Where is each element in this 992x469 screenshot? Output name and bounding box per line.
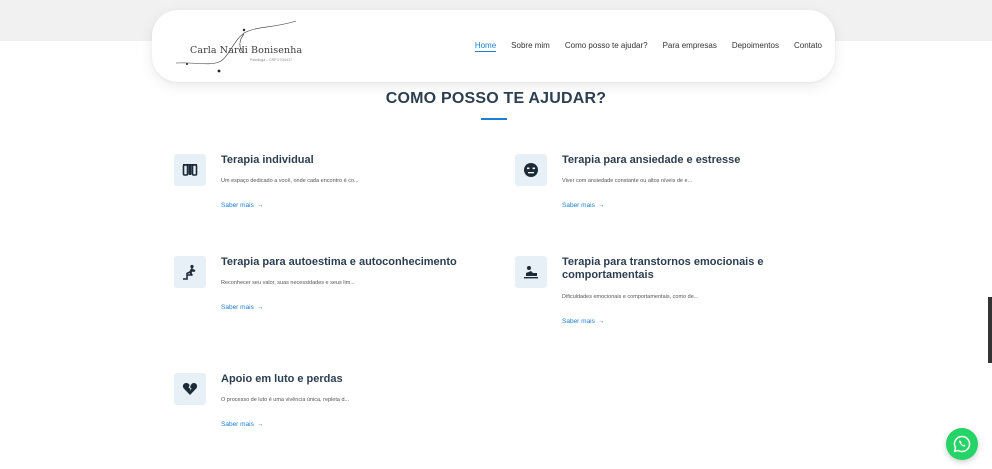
page-scrollbar[interactable] [988,297,992,363]
logo-subtitle: Psicóloga – CRP 07/34417 [250,58,292,62]
stressed-face-icon [515,154,547,186]
section-title: COMO POSSO TE AJUDAR? [385,90,607,107]
service-card-autoestima: Terapia para autoestima e autoconhecimen… [174,256,474,316]
site-header: Carla Nardi Bonisenha Psicóloga – CRP 07… [152,10,835,82]
service-title: Terapia para ansiedade e estresse [562,154,741,166]
arrow-right-icon: → [256,202,264,209]
nav-item-contato[interactable]: Contato [794,41,822,52]
saber-mais-link[interactable]: Saber mais → [221,304,263,311]
arrow-right-icon: → [256,304,264,311]
title-underline [481,118,507,120]
climbing-stairs-icon [174,256,206,288]
service-card-individual: Terapia individual Um espaço dedicado a … [174,154,474,214]
service-card-ansiedade: Terapia para ansiedade e estresse Viver … [515,154,815,214]
saber-mais-link[interactable]: Saber mais → [221,421,263,428]
service-description: Viver com ansiedade constante ou altos n… [562,178,693,184]
service-description: Um espaço dedicado a você, onde cada enc… [221,178,359,184]
logo-name: Carla Nardi Bonisenha [190,45,303,56]
service-title: Apoio em luto e perdas [221,373,343,385]
site-logo[interactable]: Carla Nardi Bonisenha Psicóloga – CRP 07… [174,18,304,74]
main-nav: Home Sobre mim Como posso te ajudar? Par… [474,41,822,52]
service-description: Dificuldades emocionais e comportamentai… [562,294,699,300]
service-title: Terapia para transtornos emocionais e co… [562,256,764,281]
nav-item-depoimentos[interactable]: Depoimentos [732,41,779,52]
arrow-right-icon: → [597,202,605,209]
saber-mais-link[interactable]: Saber mais → [221,202,263,209]
nav-item-como-posso-ajudar[interactable]: Como posso te ajudar? [565,41,648,52]
therapy-individual-icon [174,154,206,186]
person-lying-icon [515,256,547,288]
saber-mais-link[interactable]: Saber mais → [562,202,604,209]
service-card-transtornos: Terapia para transtornos emocionais e co… [515,256,815,330]
nav-item-para-empresas[interactable]: Para empresas [663,41,717,52]
whatsapp-icon [953,435,971,453]
service-title: Terapia individual [221,154,314,166]
service-title: Terapia para autoestima e autoconhecimen… [221,256,457,268]
arrow-right-icon: → [256,421,264,428]
saber-mais-link[interactable]: Saber mais → [562,318,604,325]
nav-item-sobre-mim[interactable]: Sobre mim [511,41,550,52]
service-card-luto: Apoio em luto e perdas O processo de lut… [174,373,474,433]
service-description: Reconhecer seu valor, suas necessidades … [221,280,355,286]
whatsapp-button[interactable] [946,428,978,460]
service-description: O processo de luto é uma vivência única,… [221,397,350,403]
nav-item-home[interactable]: Home [474,41,497,52]
arrow-right-icon: → [597,318,605,325]
broken-heart-icon [174,373,206,405]
